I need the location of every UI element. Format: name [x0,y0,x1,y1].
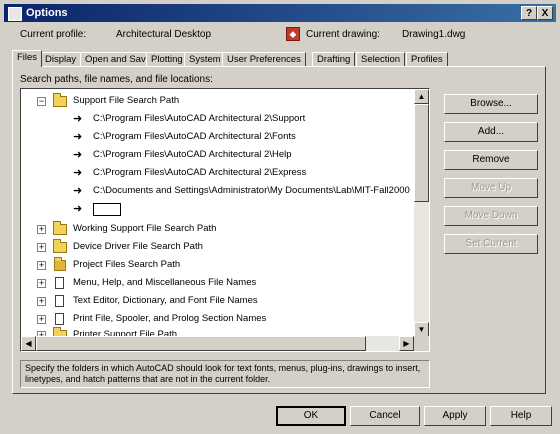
tree-path-label: C:\Program Files\AutoCAD Architectural 2… [93,113,306,124]
browse-button[interactable]: Browse... [444,94,538,114]
arrow-right-icon: ➜ [73,113,83,125]
scrollbar-corner [414,336,429,351]
scroll-down-arrow-icon[interactable]: ▼ [414,322,429,337]
profile-bar: Current profile: Architectural Desktop ◆… [14,26,544,44]
expand-icon[interactable]: + [37,243,46,252]
tree-node-label: Print File, Spooler, and Prolog Section … [73,313,267,324]
title-bar[interactable]: Options ? X [4,4,556,22]
app-icon [8,7,22,21]
arrow-right-icon: ➜ [73,149,83,161]
search-paths-label: Search paths, file names, and file locat… [20,74,213,85]
help-button[interactable]: Help [490,406,552,426]
tab-plotting[interactable]: Plotting [146,52,188,66]
arrow-right-icon: ➜ [73,185,83,197]
tab-open-and-save[interactable]: Open and Save [80,52,157,66]
tab-user-preferences[interactable]: User Preferences [222,52,306,66]
apply-button[interactable]: Apply [424,406,486,426]
horizontal-scrollbar[interactable]: ◀ ▶ [21,336,414,351]
project-icon [54,257,66,271]
tab-files[interactable]: Files [12,50,43,67]
move-down-button[interactable]: Move Down [444,206,538,226]
expand-icon[interactable]: + [37,225,46,234]
tab-profiles[interactable]: Profiles [406,52,448,66]
current-profile-label: Current profile: [20,29,87,40]
arrow-right-icon: ➜ [73,131,83,143]
scroll-right-arrow-icon[interactable]: ▶ [399,336,414,351]
expand-icon[interactable]: + [37,315,46,324]
tab-selection[interactable]: Selection [356,52,406,66]
set-current-button[interactable]: Set Current [444,234,538,254]
tab-drafting[interactable]: Drafting [312,52,356,66]
close-title-button[interactable]: X [537,6,553,20]
tree-node-label: Support File Search Path [73,95,180,106]
arrow-right-icon: ➜ [73,203,83,215]
document-icon [55,295,64,307]
folder-icon [53,93,67,107]
options-dialog: Options ? X Current profile: Architectur… [0,0,560,434]
collapse-icon[interactable]: − [37,97,46,106]
tree-node-label: Working Support File Search Path [73,223,217,234]
help-title-button[interactable]: ? [521,6,537,20]
file-tree-view[interactable]: − Support File Search Path ➜ C:\Program … [20,88,430,352]
expand-icon[interactable]: + [37,261,46,270]
horizontal-scroll-thumb[interactable] [36,336,366,351]
vertical-scrollbar[interactable]: ▲ ▼ [414,89,429,337]
description-text: Specify the folders in which AutoCAD sho… [20,360,430,388]
scroll-left-arrow-icon[interactable]: ◀ [21,336,36,351]
folder-icon [53,221,67,235]
expand-icon[interactable]: + [37,279,46,288]
document-icon [55,313,64,325]
vertical-scroll-thumb[interactable] [414,104,429,202]
document-icon [55,277,64,289]
move-up-button[interactable]: Move Up [444,178,538,198]
tree-new-path-item[interactable]: ➜ [21,201,221,217]
current-profile-value: Architectural Desktop [116,29,212,40]
tree-node-label: Menu, Help, and Miscellaneous File Names [73,277,257,288]
scroll-up-arrow-icon[interactable]: ▲ [414,89,429,104]
tab-system[interactable]: System [184,52,226,66]
tree-path-label: C:\Documents and Settings\Administrator\… [93,185,410,196]
add-button[interactable]: Add... [444,122,538,142]
arrow-right-icon: ➜ [73,167,83,179]
drawing-icon: ◆ [286,27,300,41]
current-drawing-value: Drawing1.dwg [402,29,466,40]
remove-button[interactable]: Remove [444,150,538,170]
tree-node-label: Device Driver File Search Path [73,241,203,252]
tree-path-label: C:\Program Files\AutoCAD Architectural 2… [93,131,296,142]
current-drawing-label: Current drawing: [306,29,380,40]
tab-display[interactable]: Display [40,52,82,66]
tree-node-label: Project Files Search Path [73,259,181,270]
new-path-edit-field[interactable] [93,203,121,216]
tree-node-label: Text Editor, Dictionary, and Font File N… [73,295,258,306]
folder-icon [53,239,67,253]
cancel-button[interactable]: Cancel [350,406,420,426]
tree-path-label: C:\Program Files\AutoCAD Architectural 2… [93,167,307,178]
window-title: Options [26,7,68,19]
expand-icon[interactable]: + [37,297,46,306]
ok-button[interactable]: OK [276,406,346,426]
tree-path-label: C:\Program Files\AutoCAD Architectural 2… [93,149,292,160]
